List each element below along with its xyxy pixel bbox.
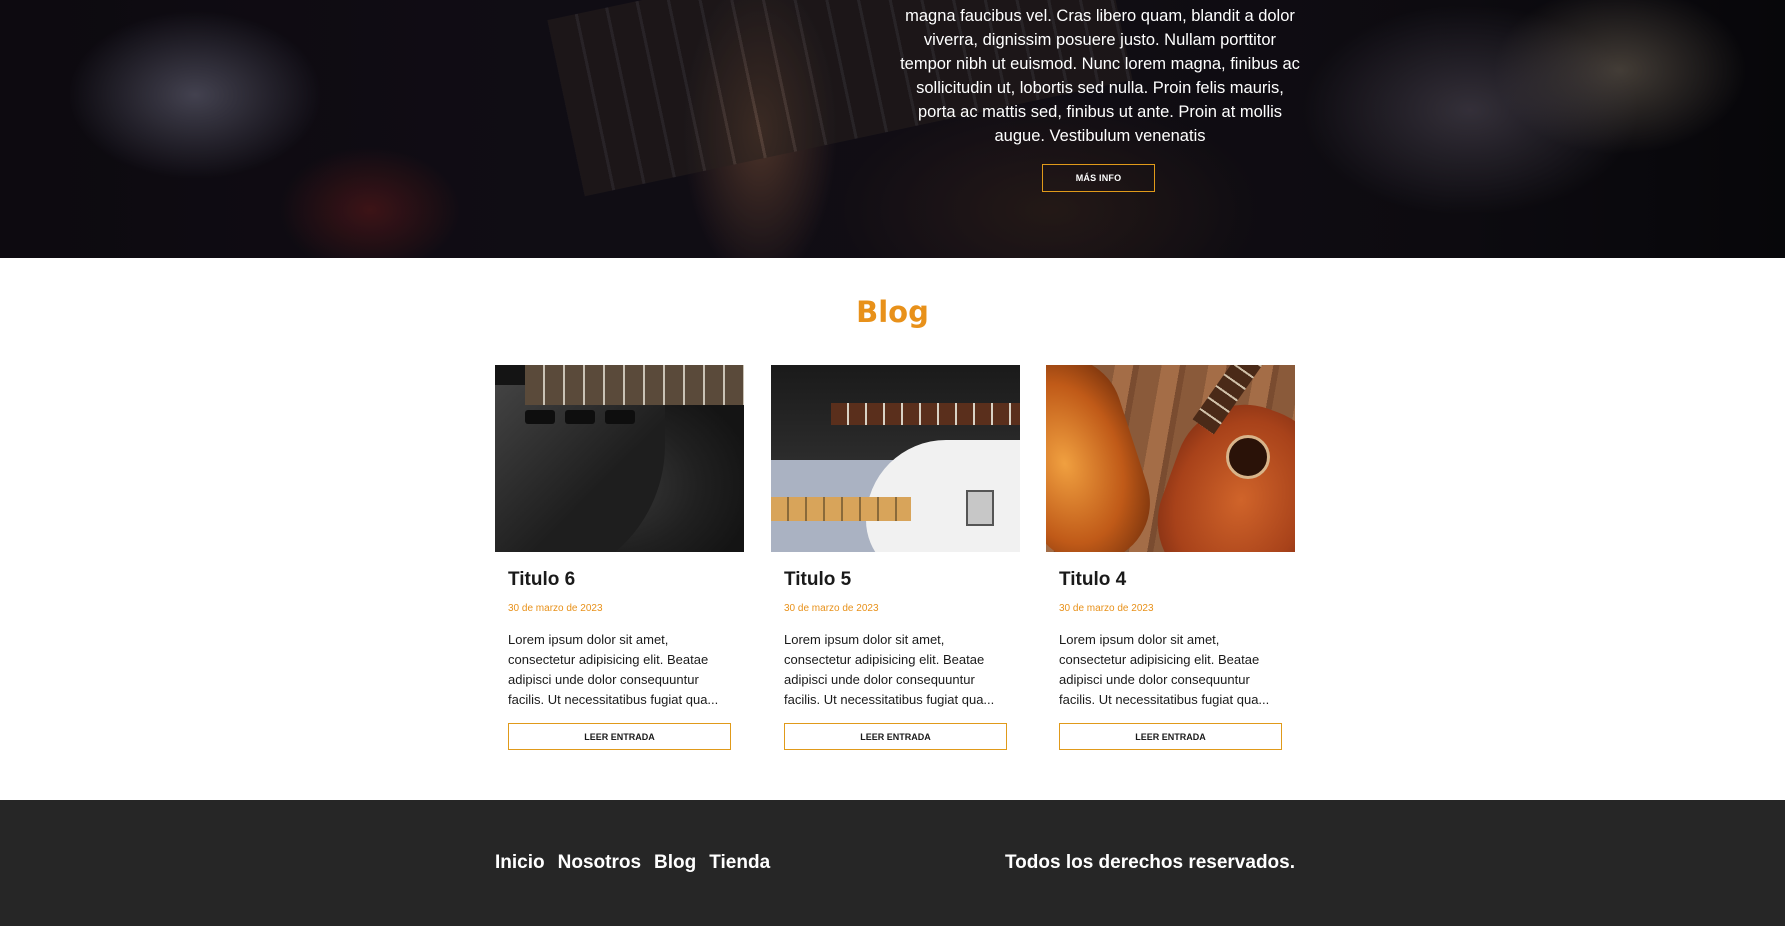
blog-card-title[interactable]: Titulo 5 [784,568,1007,592]
read-entry-button[interactable]: LEER ENTRADA [1059,723,1282,750]
footer: Inicio Nosotros Blog Tienda Todos los de… [0,800,1785,926]
blog-card-date: 30 de marzo de 2023 [1059,603,1154,614]
read-entry-button[interactable]: LEER ENTRADA [508,723,731,750]
hero-text: magna faucibus vel. Cras libero quam, bl… [900,7,1300,145]
footer-nav: Inicio Nosotros Blog Tienda [495,852,770,874]
blog-card-date: 30 de marzo de 2023 [508,603,603,614]
blog-card-date: 30 de marzo de 2023 [784,603,879,614]
blog-card-excerpt: Lorem ipsum dolor sit amet, consectetur … [1059,632,1270,707]
blog-card-2: Titulo 5 30 de marzo de 2023 Lorem ipsum… [771,365,1020,750]
blog-title: Blog [856,295,929,329]
blog-card-image[interactable] [771,365,1020,552]
blog-card-1: Titulo 6 30 de marzo de 2023 Lorem ipsum… [495,365,744,750]
blog-card-image[interactable] [495,365,744,552]
hero-section: magna faucibus vel. Cras libero quam, bl… [0,0,1785,258]
blog-card-3: Titulo 4 30 de marzo de 2023 Lorem ipsum… [1046,365,1295,750]
read-entry-button[interactable]: LEER ENTRADA [784,723,1007,750]
blog-card-image[interactable] [1046,365,1295,552]
footer-link-tienda[interactable]: Tienda [709,852,770,874]
blog-card-excerpt: Lorem ipsum dolor sit amet, consectetur … [508,632,719,707]
copyright-text: Todos los derechos reservados. [1004,852,1295,873]
footer-link-blog[interactable]: Blog [654,852,696,874]
blog-card-excerpt: Lorem ipsum dolor sit amet, consectetur … [784,632,995,707]
hero-overlay [0,0,1785,258]
blog-card-title[interactable]: Titulo 4 [1059,568,1282,592]
more-info-button[interactable]: MÁS INFO [1042,164,1155,192]
blog-card-title[interactable]: Titulo 6 [508,568,731,592]
footer-link-inicio[interactable]: Inicio [495,852,545,874]
footer-link-nosotros[interactable]: Nosotros [558,852,641,874]
